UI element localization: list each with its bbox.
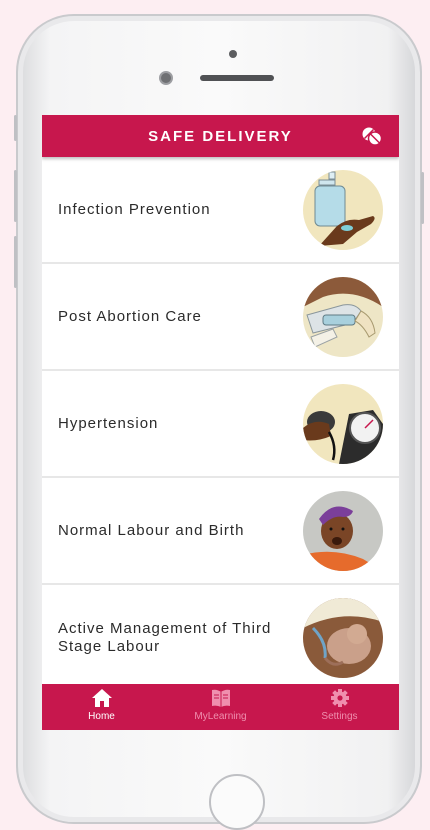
module-label: Normal Labour and Birth	[58, 521, 245, 539]
module-item-active-management-third-stage-labour[interactable]: Active Management of Third Stage Labour	[42, 585, 399, 684]
app-title: SAFE DELIVERY	[148, 127, 293, 145]
front-camera	[159, 71, 173, 85]
module-item-normal-labour-and-birth[interactable]: Normal Labour and Birth	[42, 478, 399, 585]
module-list: Infection Prevention Post Abortion Care	[42, 157, 399, 684]
hand-sanitizer-illustration	[303, 170, 383, 250]
module-item-infection-prevention[interactable]: Infection Prevention	[42, 157, 399, 264]
power-button	[421, 172, 424, 224]
module-label: Infection Prevention	[58, 200, 211, 218]
proximity-sensor	[229, 50, 237, 58]
woman-in-labour-illustration	[303, 491, 383, 571]
home-icon	[91, 689, 112, 707]
pills-icon[interactable]	[361, 126, 383, 146]
tab-label: MyLearning	[194, 711, 247, 722]
volume-down-button	[14, 236, 17, 288]
blood-pressure-gauge-illustration	[303, 384, 383, 464]
module-label: Post Abortion Care	[58, 307, 202, 325]
module-item-post-abortion-care[interactable]: Post Abortion Care	[42, 264, 399, 371]
bottom-tab-bar: Home MyLearning Settings	[42, 684, 399, 730]
tab-label: Home	[88, 711, 115, 722]
tab-mylearning[interactable]: MyLearning	[161, 684, 280, 730]
mute-switch	[14, 115, 17, 141]
gear-icon	[330, 689, 349, 707]
tab-settings[interactable]: Settings	[280, 684, 399, 730]
book-icon	[211, 689, 230, 707]
newborn-baby-illustration	[303, 598, 383, 678]
volume-up-button	[14, 170, 17, 222]
tab-label: Settings	[321, 711, 358, 722]
module-label: Active Management of Third Stage Labour	[58, 619, 272, 655]
app-screen: SAFE DELIVERY Infection Prevention Post …	[42, 115, 399, 730]
module-item-hypertension[interactable]: Hypertension	[42, 371, 399, 478]
tab-home[interactable]: Home	[42, 684, 161, 730]
app-header: SAFE DELIVERY	[42, 115, 399, 157]
home-hardware-button[interactable]	[209, 774, 265, 830]
module-label: Hypertension	[58, 414, 159, 432]
earpiece-speaker	[200, 75, 274, 81]
post-abortion-care-illustration	[303, 277, 383, 357]
